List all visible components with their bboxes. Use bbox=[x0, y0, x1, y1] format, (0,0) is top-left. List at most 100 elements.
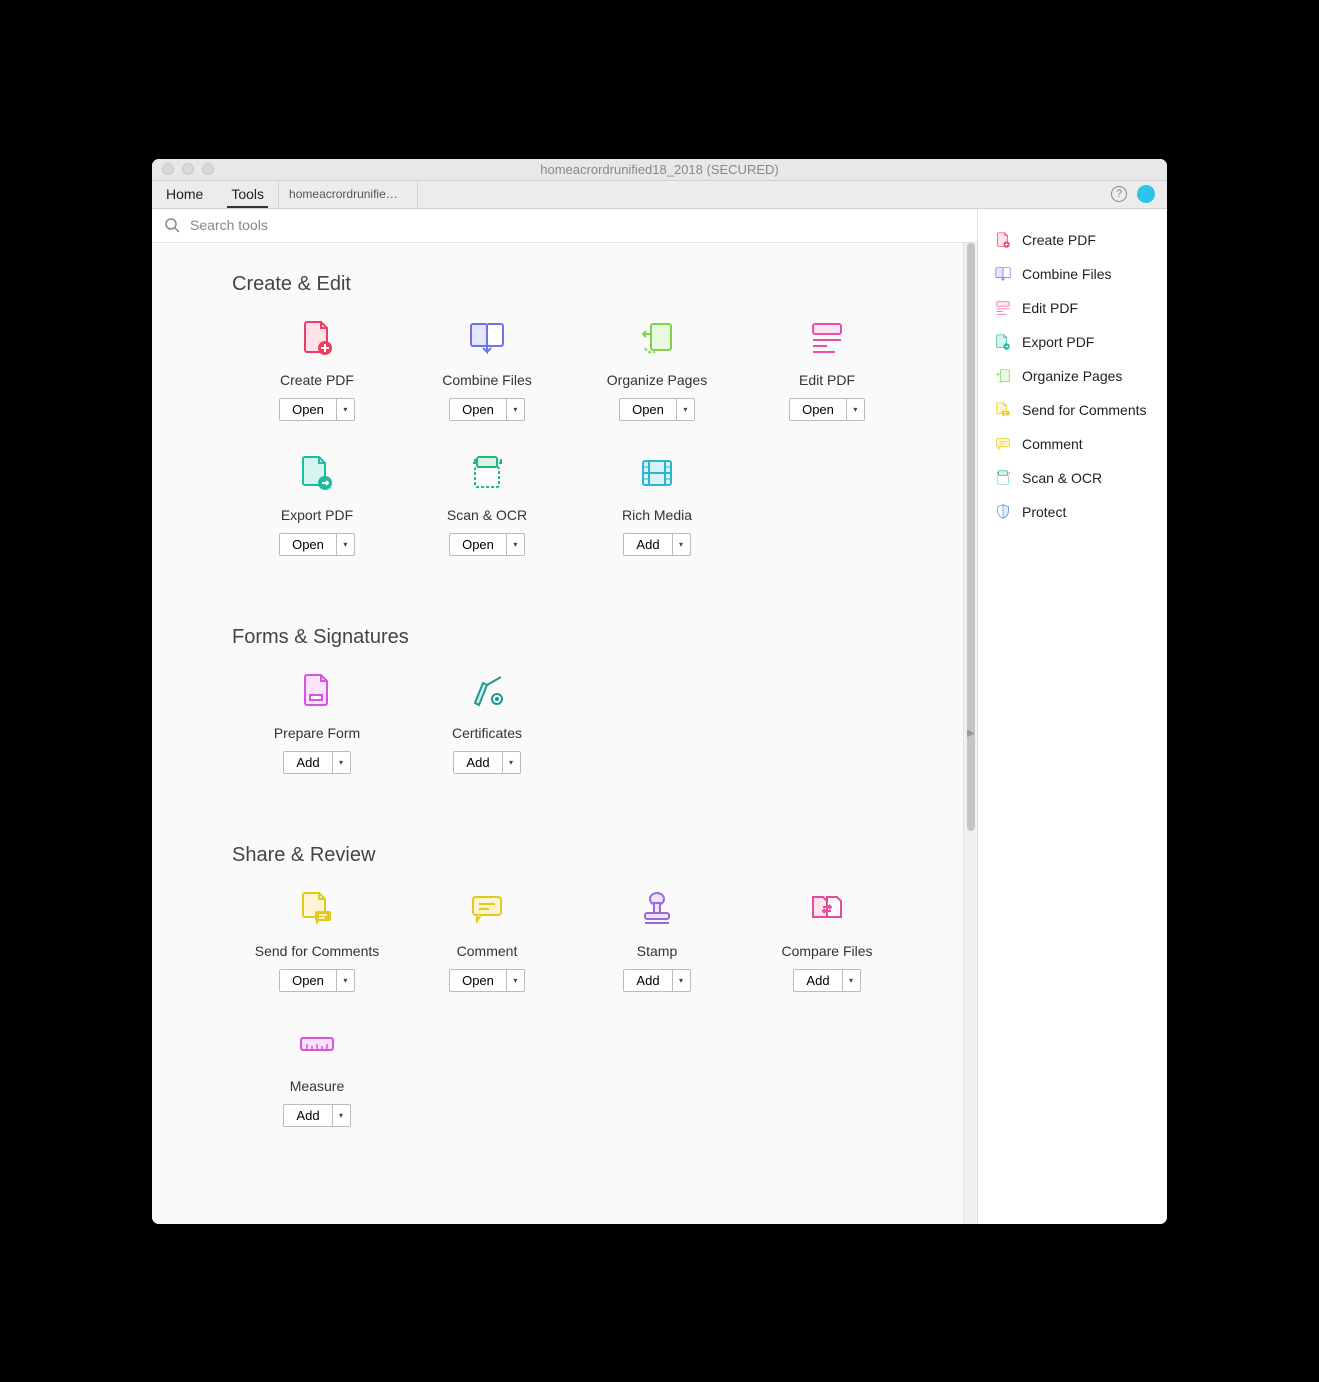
rich-media-dropdown-button[interactable]: ▾ bbox=[673, 533, 691, 556]
avatar[interactable] bbox=[1137, 185, 1155, 203]
edit-pdf-icon bbox=[994, 299, 1012, 317]
measure-action-button[interactable]: Add bbox=[283, 1104, 332, 1127]
tab-tools[interactable]: Tools bbox=[217, 181, 278, 208]
sidebar-item-create-pdf[interactable]: Create PDF bbox=[984, 223, 1161, 257]
organize-pages-dropdown-button[interactable]: ▾ bbox=[677, 398, 695, 421]
tool-card-prepare-form[interactable]: Prepare Form Add▾ bbox=[232, 669, 402, 774]
tool-label: Comment bbox=[457, 943, 518, 959]
tool-grid: Prepare FormAdd▾CertificatesAdd▾ bbox=[232, 669, 943, 804]
organize-pages-action-button[interactable]: Open bbox=[619, 398, 677, 421]
tab-home[interactable]: Home bbox=[152, 181, 217, 208]
create-pdf-dropdown-button[interactable]: ▾ bbox=[337, 398, 355, 421]
tool-card-measure[interactable]: MeasureAdd▾ bbox=[232, 1022, 402, 1127]
organize-pages-icon bbox=[635, 316, 679, 360]
tool-label: Rich Media bbox=[622, 507, 692, 523]
tool-card-send-for-comments[interactable]: Send for Comments Open▾ bbox=[232, 887, 402, 992]
edit-pdf-action-button[interactable]: Open bbox=[789, 398, 847, 421]
scrollbar[interactable]: ▶ bbox=[963, 243, 977, 1224]
tool-card-scan-ocr[interactable]: Scan & OCR Open▾ bbox=[402, 451, 572, 556]
minimize-window-button[interactable] bbox=[182, 163, 194, 175]
tool-label: Export PDF bbox=[281, 507, 353, 523]
tool-card-edit-pdf[interactable]: Edit PDF Open▾ bbox=[742, 316, 912, 421]
maximize-window-button[interactable] bbox=[202, 163, 214, 175]
tool-label: Stamp bbox=[637, 943, 677, 959]
send-for-comments-dropdown-button[interactable]: ▾ bbox=[337, 969, 355, 992]
comment-action-button[interactable]: Open bbox=[449, 969, 507, 992]
tab-document[interactable]: homeacrordrunifie… bbox=[278, 181, 418, 208]
create-pdf-icon bbox=[994, 231, 1012, 249]
combine-files-dropdown-button[interactable]: ▾ bbox=[507, 398, 525, 421]
panel-expand-handle[interactable]: ▶ bbox=[964, 719, 978, 747]
export-pdf-icon bbox=[295, 451, 339, 495]
certificates-action-button[interactable]: Add bbox=[453, 751, 502, 774]
combine-files-icon bbox=[994, 265, 1012, 283]
tool-card-stamp[interactable]: Stamp Add▾ bbox=[572, 887, 742, 992]
send-for-comments-icon bbox=[994, 401, 1012, 419]
tool-card-create-pdf[interactable]: Create PDF Open▾ bbox=[232, 316, 402, 421]
sidebar-item-label: Send for Comments bbox=[1022, 402, 1147, 418]
export-pdf-dropdown-button[interactable]: ▾ bbox=[337, 533, 355, 556]
sidebar-item-organize-pages[interactable]: Organize Pages bbox=[984, 359, 1161, 393]
measure-dropdown-button[interactable]: ▾ bbox=[333, 1104, 351, 1127]
stamp-action-button[interactable]: Add bbox=[623, 969, 672, 992]
sidebar-item-comment[interactable]: Comment bbox=[984, 427, 1161, 461]
create-pdf-action-button[interactable]: Open bbox=[279, 398, 337, 421]
tool-card-certificates[interactable]: Certificates Add▾ bbox=[402, 669, 572, 774]
tool-label: Scan & OCR bbox=[447, 507, 527, 523]
comment-dropdown-button[interactable]: ▾ bbox=[507, 969, 525, 992]
tool-label: Edit PDF bbox=[799, 372, 855, 388]
search-icon bbox=[164, 217, 180, 233]
prepare-form-action-button[interactable]: Add bbox=[283, 751, 332, 774]
sidebar-item-label: Comment bbox=[1022, 436, 1083, 452]
tool-card-comment[interactable]: Comment Open▾ bbox=[402, 887, 572, 992]
combine-files-action-button[interactable]: Open bbox=[449, 398, 507, 421]
tool-label: Send for Comments bbox=[255, 943, 380, 959]
tool-card-organize-pages[interactable]: Organize Pages Open▾ bbox=[572, 316, 742, 421]
tool-label: Certificates bbox=[452, 725, 522, 741]
sidebar-item-send-for-comments[interactable]: Send for Comments bbox=[984, 393, 1161, 427]
tool-card-combine-files[interactable]: Combine FilesOpen▾ bbox=[402, 316, 572, 421]
tool-label: Create PDF bbox=[280, 372, 354, 388]
stamp-icon bbox=[635, 887, 679, 931]
edit-pdf-icon bbox=[805, 316, 849, 360]
rich-media-icon bbox=[635, 451, 679, 495]
tool-card-compare-files[interactable]: Compare Files Add▾ bbox=[742, 887, 912, 992]
close-window-button[interactable] bbox=[162, 163, 174, 175]
combine-files-icon bbox=[465, 316, 509, 360]
scan-ocr-dropdown-button[interactable]: ▾ bbox=[507, 533, 525, 556]
tool-label: Compare Files bbox=[781, 943, 872, 959]
scan-ocr-icon bbox=[994, 469, 1012, 487]
rich-media-action-button[interactable]: Add bbox=[623, 533, 672, 556]
tool-label: Organize Pages bbox=[607, 372, 707, 388]
scan-ocr-action-button[interactable]: Open bbox=[449, 533, 507, 556]
compare-files-icon bbox=[805, 887, 849, 931]
send-for-comments-action-button[interactable]: Open bbox=[279, 969, 337, 992]
section-title: Forms & Signatures bbox=[232, 626, 943, 649]
create-pdf-icon bbox=[295, 316, 339, 360]
stamp-dropdown-button[interactable]: ▾ bbox=[673, 969, 691, 992]
sidebar-item-label: Export PDF bbox=[1022, 334, 1094, 350]
search-input[interactable] bbox=[190, 217, 965, 233]
section-title: Share & Review bbox=[232, 844, 943, 867]
sidebar-item-protect[interactable]: Protect bbox=[984, 495, 1161, 529]
compare-files-action-button[interactable]: Add bbox=[793, 969, 842, 992]
help-icon[interactable]: ? bbox=[1111, 186, 1127, 202]
tool-grid: Create PDFOpen▾Combine FilesOpen▾Organiz… bbox=[232, 316, 943, 586]
sidebar-item-scan-ocr[interactable]: Scan & OCR bbox=[984, 461, 1161, 495]
compare-files-dropdown-button[interactable]: ▾ bbox=[843, 969, 861, 992]
edit-pdf-dropdown-button[interactable]: ▾ bbox=[847, 398, 865, 421]
tool-label: Prepare Form bbox=[274, 725, 360, 741]
titlebar: homeacrordrunified18_2018 (SECURED) bbox=[152, 159, 1167, 181]
sidebar-item-combine-files[interactable]: Combine Files bbox=[984, 257, 1161, 291]
sidebar-item-label: Protect bbox=[1022, 504, 1066, 520]
sidebar: Create PDFCombine FilesEdit PDF Export PD… bbox=[977, 209, 1167, 1224]
certificates-dropdown-button[interactable]: ▾ bbox=[503, 751, 521, 774]
tool-card-export-pdf[interactable]: Export PDF Open▾ bbox=[232, 451, 402, 556]
protect-icon bbox=[994, 503, 1012, 521]
export-pdf-action-button[interactable]: Open bbox=[279, 533, 337, 556]
sidebar-item-export-pdf[interactable]: Export PDF bbox=[984, 325, 1161, 359]
prepare-form-dropdown-button[interactable]: ▾ bbox=[333, 751, 351, 774]
send-for-comments-icon bbox=[295, 887, 339, 931]
tool-card-rich-media[interactable]: Rich Media Add▾ bbox=[572, 451, 742, 556]
sidebar-item-edit-pdf[interactable]: Edit PDF bbox=[984, 291, 1161, 325]
